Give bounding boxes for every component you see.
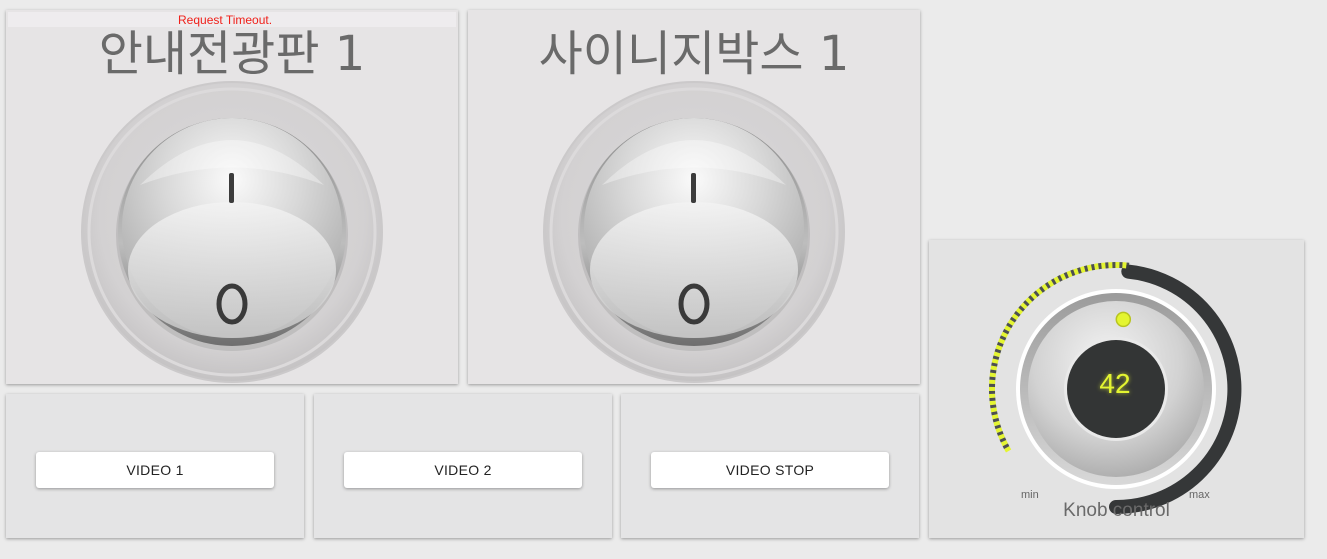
video-stop-button[interactable]: VIDEO STOP — [651, 452, 889, 488]
on-mark — [691, 173, 696, 203]
video-2-button[interactable]: VIDEO 2 — [344, 452, 582, 488]
error-message: Request Timeout. — [178, 13, 273, 27]
rocker-switch-graphic — [543, 81, 845, 383]
power-rocker-switch[interactable] — [542, 80, 846, 384]
rocker-switch-graphic — [81, 81, 383, 383]
switch-title: 사이니지박스 1 — [538, 26, 850, 82]
knob-title: Knob control — [1063, 500, 1170, 521]
knob-card: 42 min max Knob control — [929, 240, 1304, 538]
switch-card-1: 안내전광판 1 — [6, 10, 458, 384]
switch-card-2: 사이니지박스 1 — [468, 10, 920, 384]
video-card-1: VIDEO 1 — [6, 394, 304, 538]
switch-title: 안내전광판 1 — [98, 26, 366, 82]
on-mark — [229, 173, 234, 203]
video-1-button[interactable]: VIDEO 1 — [36, 452, 274, 488]
knob-indicator-dot — [1115, 311, 1132, 328]
knob-value: 42 — [1099, 368, 1131, 399]
power-rocker-switch[interactable] — [80, 80, 384, 384]
video-card-stop: VIDEO STOP — [621, 394, 919, 538]
video-card-2: VIDEO 2 — [314, 394, 612, 538]
